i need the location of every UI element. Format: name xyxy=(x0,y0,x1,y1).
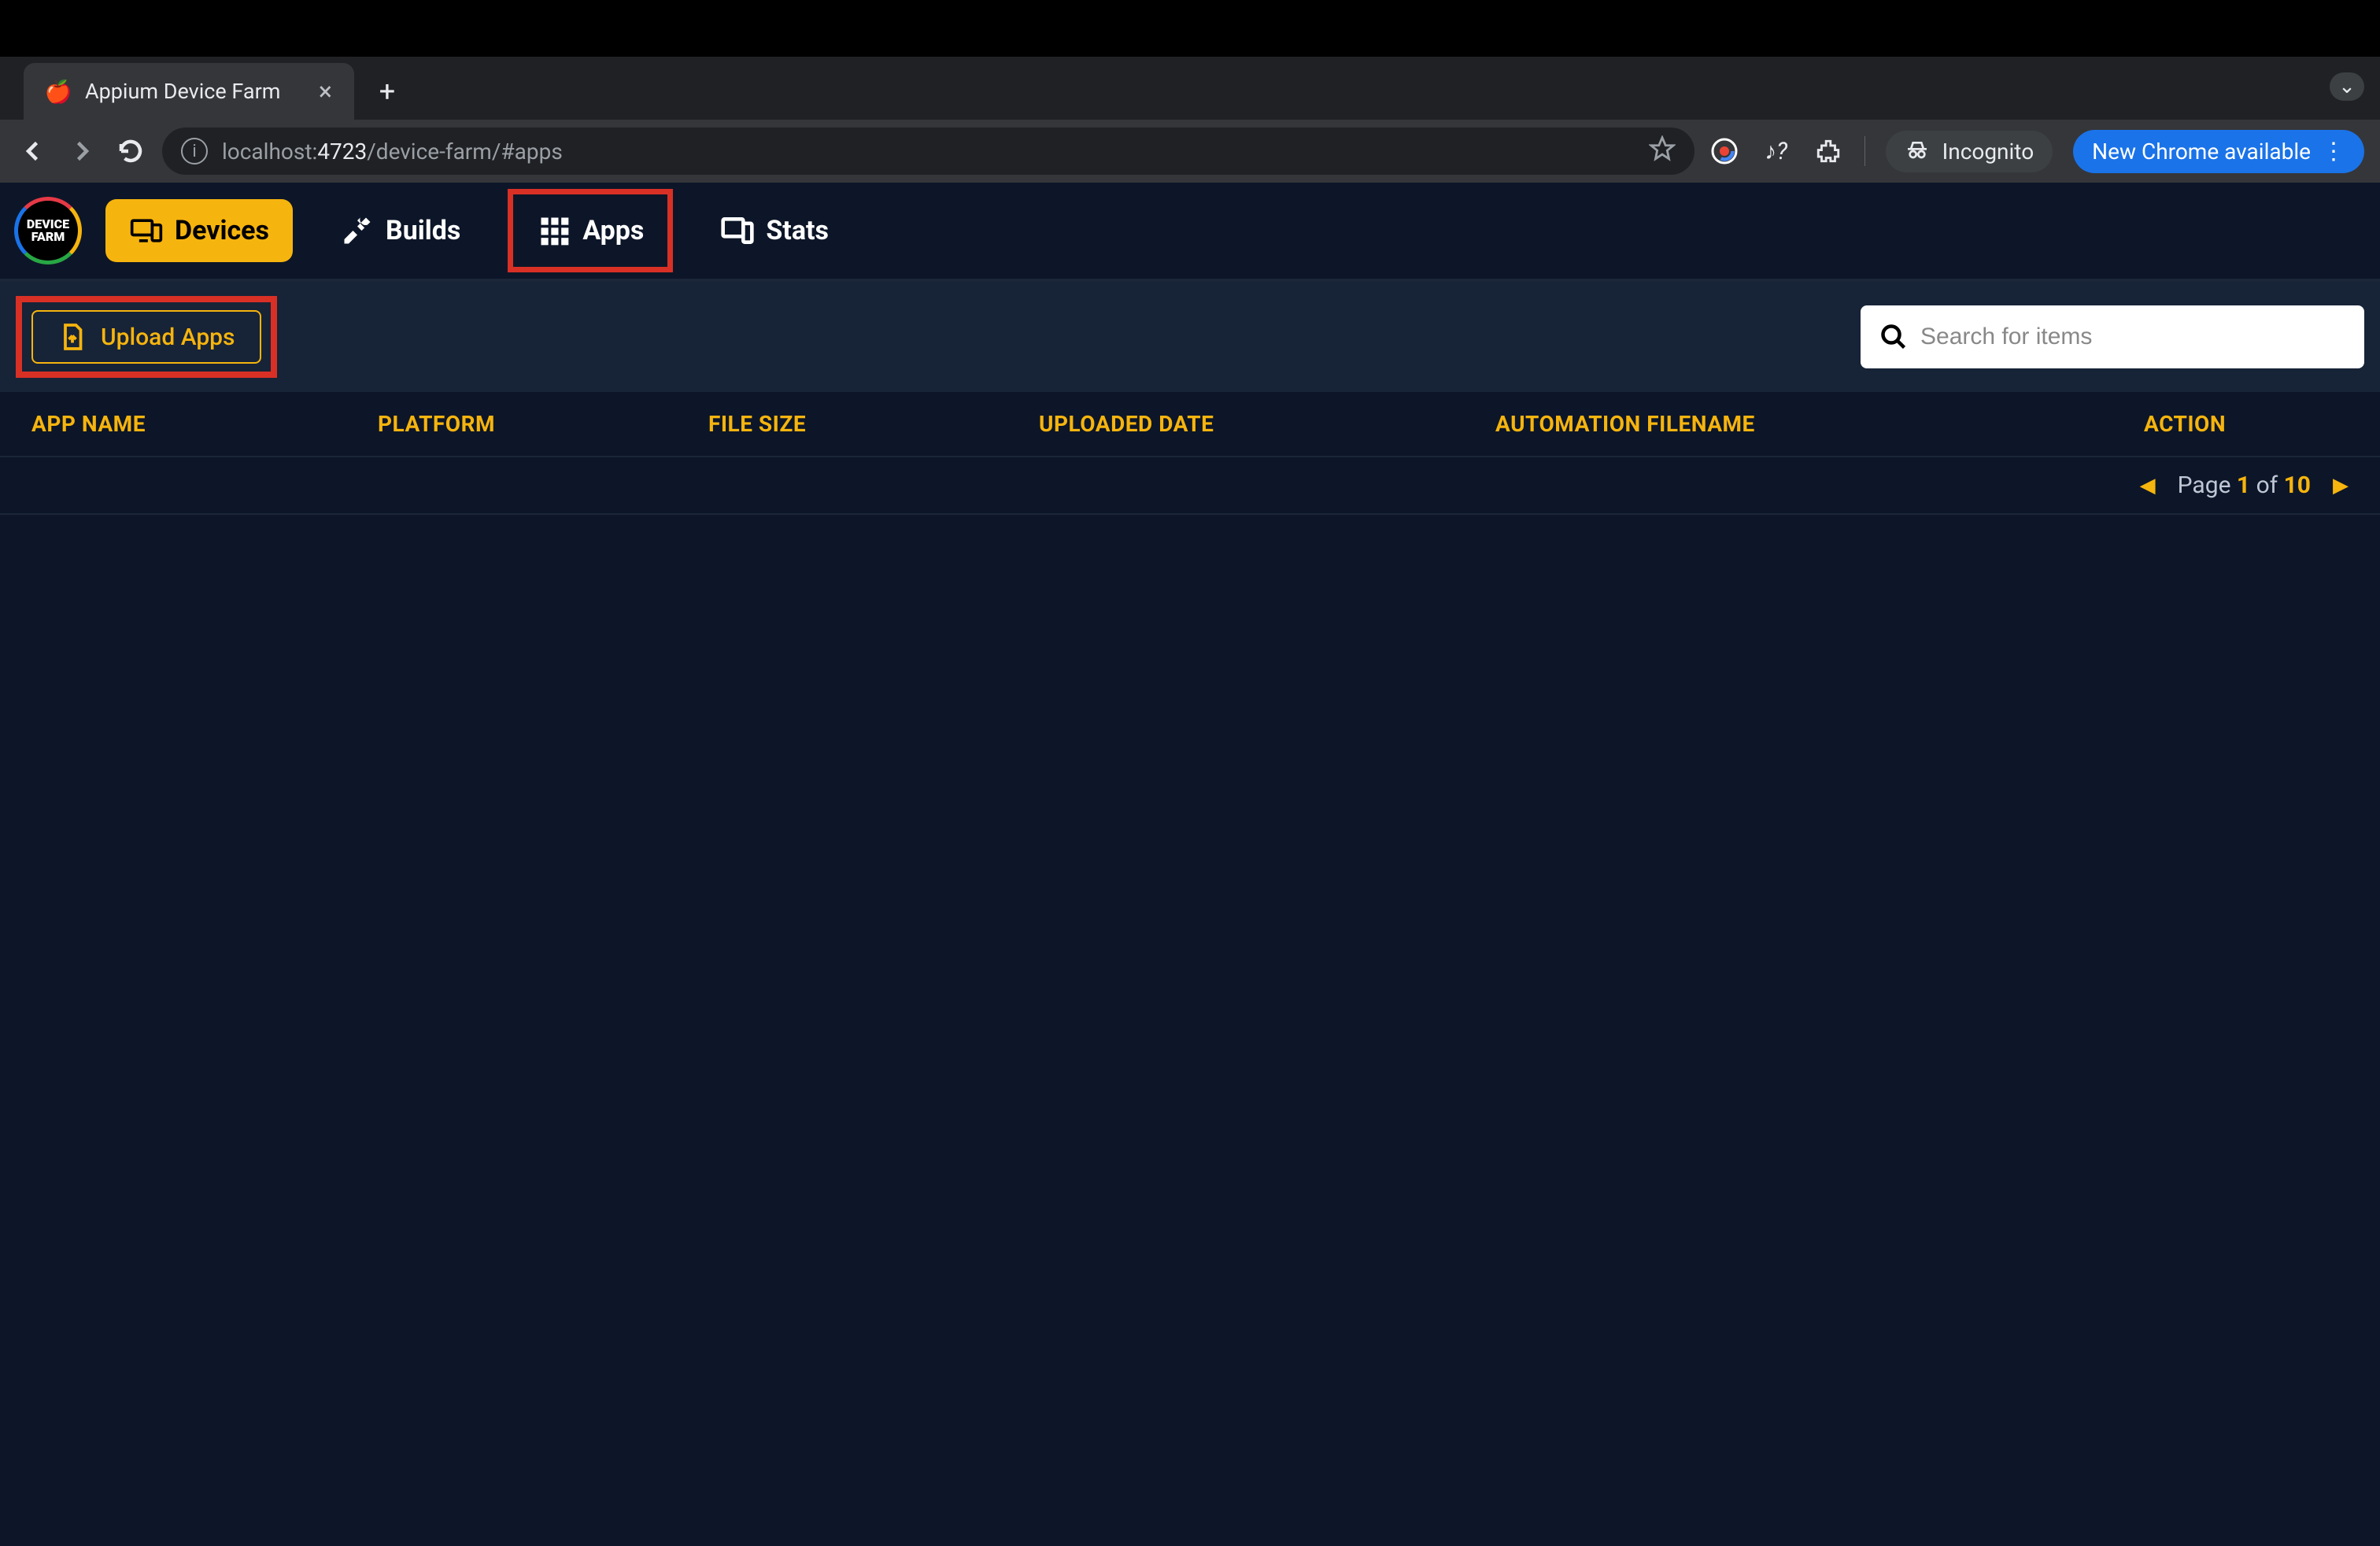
col-header-action: ACTION xyxy=(2144,411,2349,437)
action-bar: Upload Apps xyxy=(0,282,2380,392)
extensions-icon[interactable] xyxy=(1813,135,1844,167)
col-header-platform: PLATFORM xyxy=(378,411,677,437)
close-tab-icon[interactable]: × xyxy=(319,79,332,104)
tab-overflow-button[interactable]: ⌄ xyxy=(2330,72,2364,101)
upload-highlight-box: Upload Apps xyxy=(16,296,277,378)
search-input[interactable] xyxy=(1920,324,2345,350)
incognito-label: Incognito xyxy=(1942,139,2034,165)
incognito-indicator[interactable]: Incognito xyxy=(1886,131,2053,172)
nav-apps[interactable]: Apps xyxy=(508,189,673,272)
address-bar[interactable]: i localhost:4723/device-farm/#apps xyxy=(162,128,1694,175)
menu-dots-icon: ⋮ xyxy=(2322,138,2345,165)
apps-grid-icon xyxy=(537,213,571,248)
search-box[interactable] xyxy=(1861,305,2364,368)
col-header-automation-filename: AUTOMATION FILENAME xyxy=(1495,411,2112,437)
url-text: localhost:4723/device-farm/#apps xyxy=(222,139,563,165)
browser-toolbar: i localhost:4723/device-farm/#apps ♪? In… xyxy=(0,120,2380,183)
stats-icon xyxy=(720,213,755,248)
nav-builds[interactable]: Builds xyxy=(316,199,484,262)
nav-builds-label: Builds xyxy=(386,215,460,246)
browser-tab[interactable]: 🍎 Appium Device Farm × xyxy=(24,63,354,120)
upload-file-icon xyxy=(58,323,87,351)
page-indicator: Page 1 of 10 xyxy=(2178,472,2311,499)
bookmark-star-icon[interactable] xyxy=(1649,135,1676,168)
incognito-icon xyxy=(1905,139,1930,164)
update-label: New Chrome available xyxy=(2092,139,2311,165)
nav-stats-label: Stats xyxy=(766,215,829,246)
back-button[interactable] xyxy=(16,134,50,168)
music-note-icon[interactable]: ♪? xyxy=(1761,135,1792,167)
app-header: DEVICEFARM Devices Builds Apps Stats xyxy=(0,183,2380,282)
page-prev-button[interactable]: ◀ xyxy=(2140,474,2156,497)
reload-button[interactable] xyxy=(113,134,148,168)
nav-apps-label: Apps xyxy=(582,215,644,246)
nav-stats[interactable]: Stats xyxy=(697,199,852,262)
upload-apps-button[interactable]: Upload Apps xyxy=(31,310,261,364)
page-next-button[interactable]: ▶ xyxy=(2333,474,2349,497)
pagination: ◀ Page 1 of 10 ▶ xyxy=(0,457,2380,515)
search-icon xyxy=(1879,323,1908,351)
browser-tab-strip: 🍎 Appium Device Farm × + xyxy=(0,57,2380,120)
table-header-row: APP NAME PLATFORM FILE SIZE UPLOADED DAT… xyxy=(0,392,2380,457)
col-header-file-size: FILE SIZE xyxy=(708,411,1007,437)
forward-button[interactable] xyxy=(65,134,99,168)
profile-icon[interactable] xyxy=(1709,135,1740,167)
col-header-app-name: APP NAME xyxy=(31,411,346,437)
tools-icon xyxy=(340,213,375,248)
tab-favicon: 🍎 xyxy=(46,79,71,104)
col-header-uploaded-date: UPLOADED DATE xyxy=(1039,411,1464,437)
nav-devices-label: Devices xyxy=(175,215,269,246)
site-info-icon[interactable]: i xyxy=(181,138,208,165)
nav-devices[interactable]: Devices xyxy=(105,199,293,262)
chrome-update-button[interactable]: New Chrome available ⋮ xyxy=(2073,130,2364,173)
device-farm-logo[interactable]: DEVICEFARM xyxy=(14,197,82,264)
tab-title: Appium Device Farm xyxy=(85,79,280,104)
devices-icon xyxy=(129,213,164,248)
upload-apps-label: Upload Apps xyxy=(101,324,235,351)
new-tab-button[interactable]: + xyxy=(365,69,409,113)
